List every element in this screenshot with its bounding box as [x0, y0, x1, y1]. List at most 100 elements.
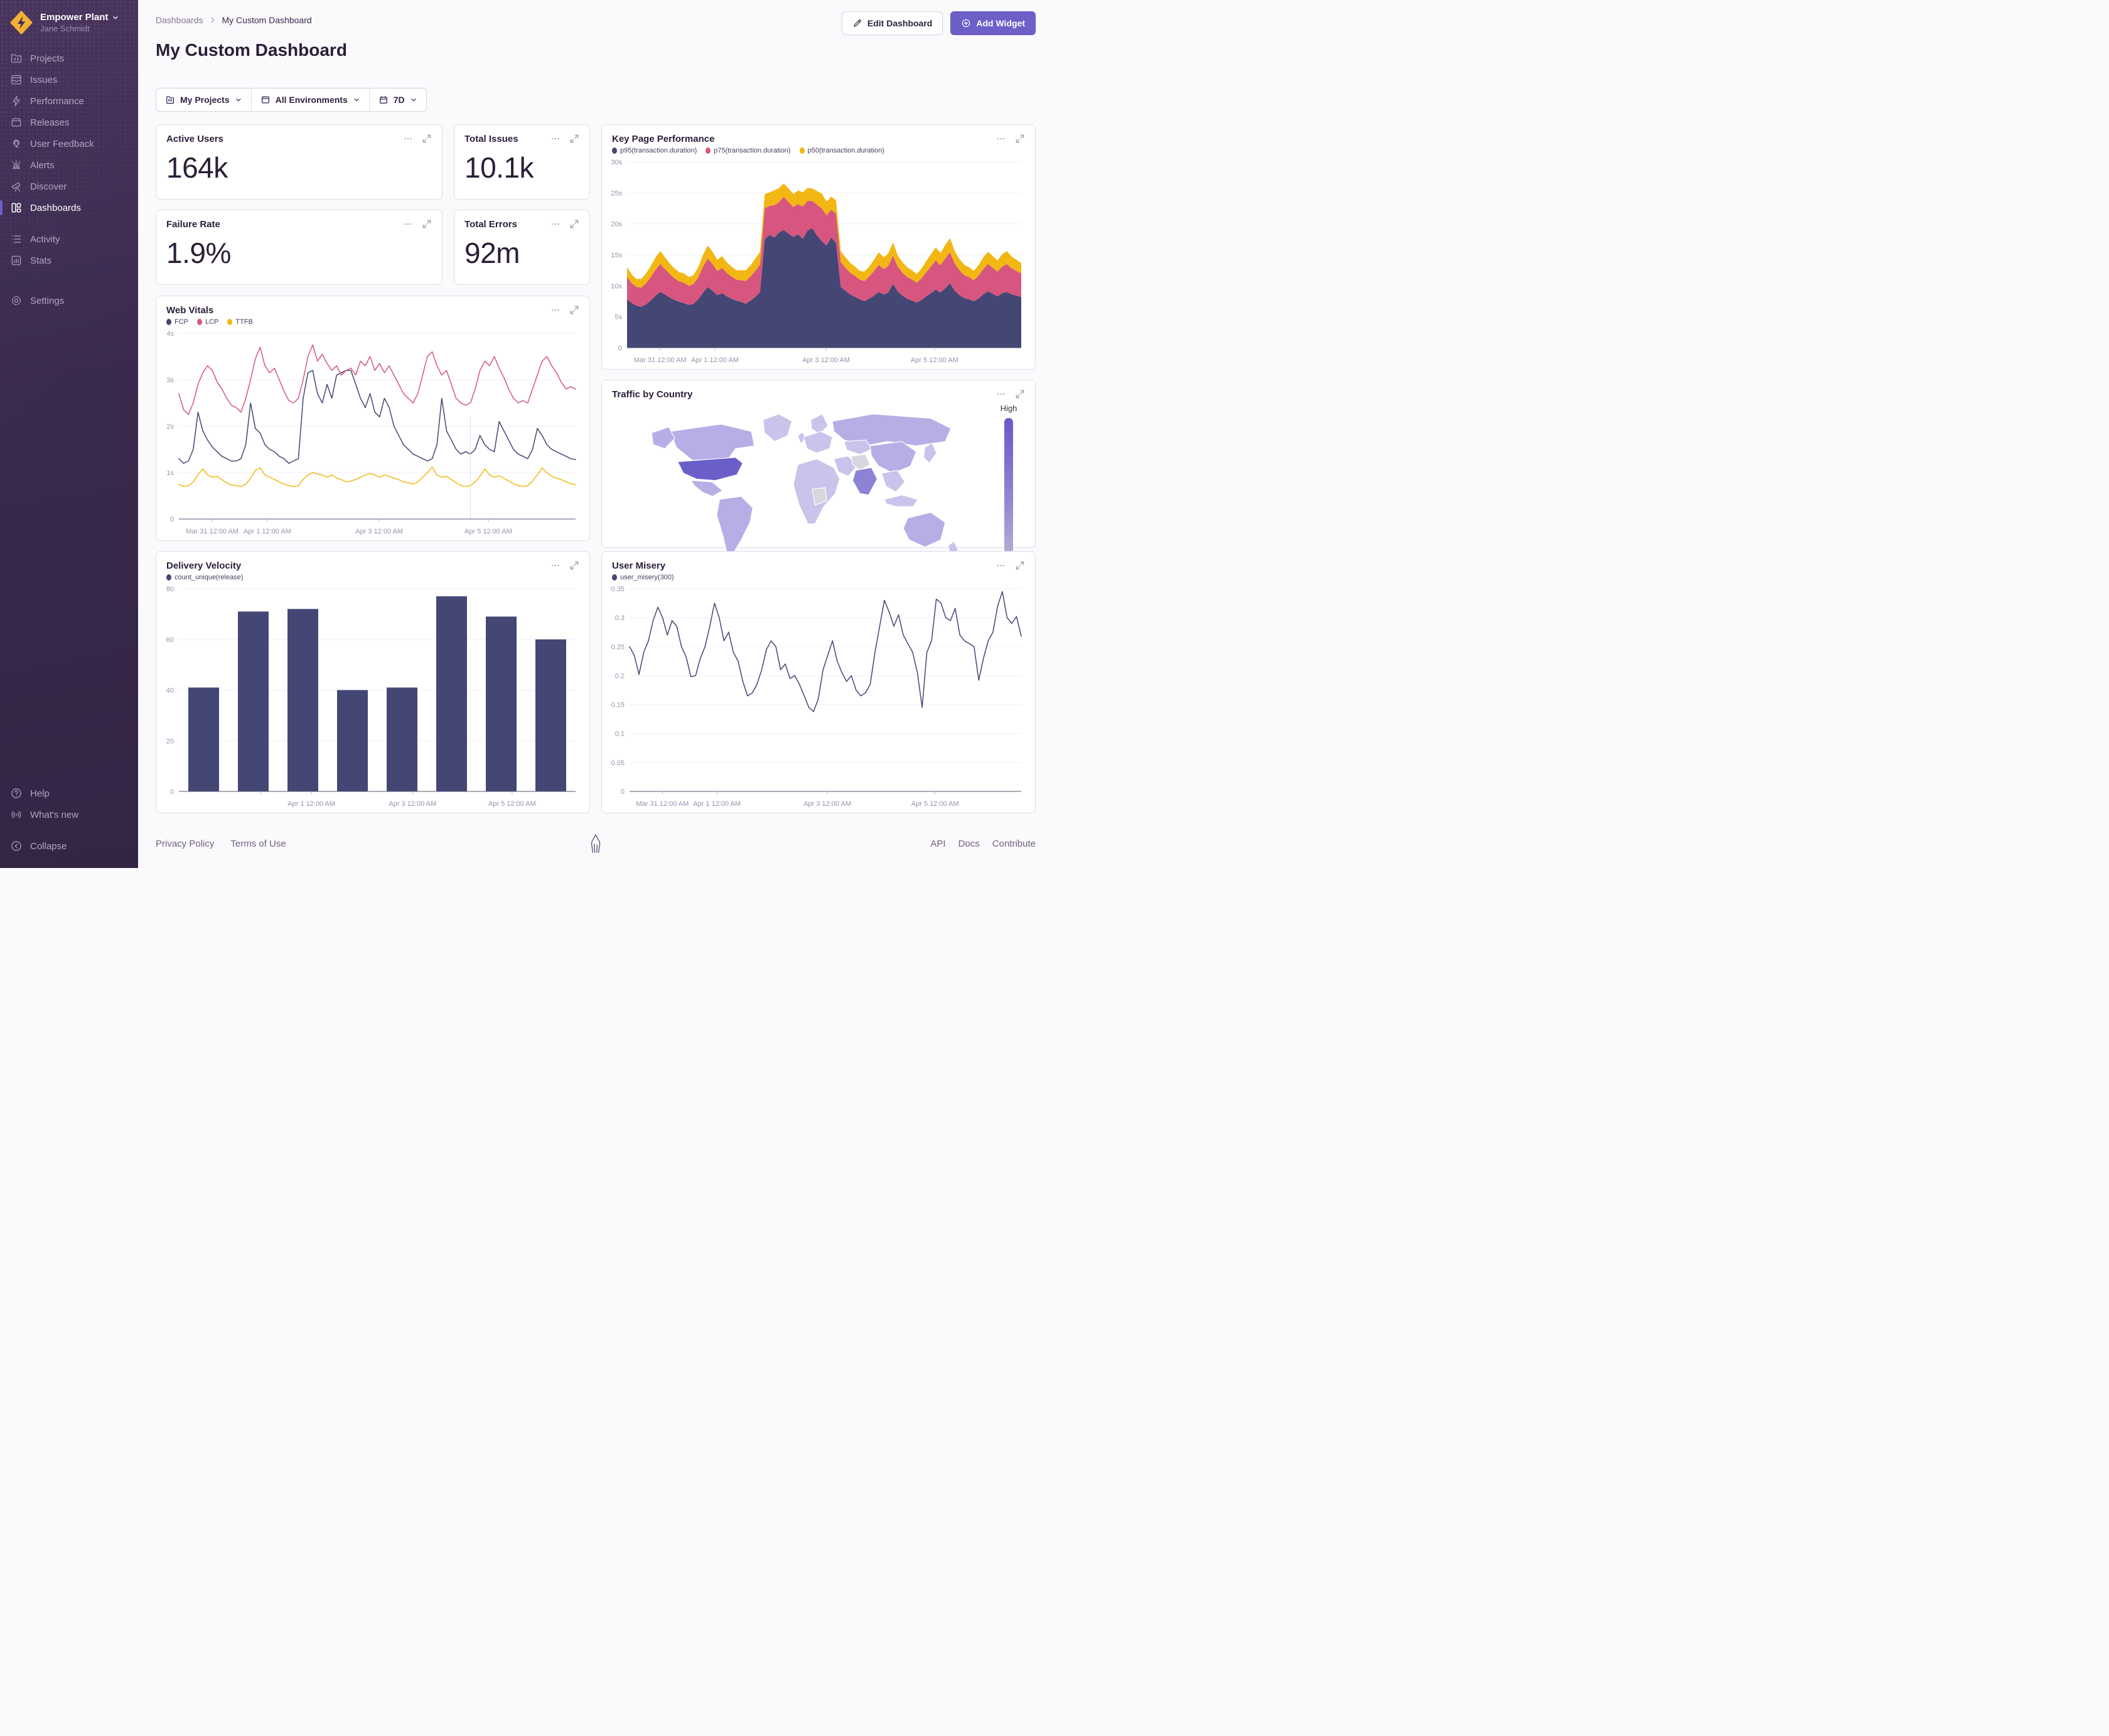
chevron-down-icon [411, 99, 416, 102]
api-link[interactable]: API [930, 839, 945, 849]
widget-web-vitals: Web Vitals FCP LCP TTFB 0 1s 2s 3s 4s Mar 31 … [156, 296, 590, 541]
privacy-policy-link[interactable]: Privacy Policy [156, 839, 214, 849]
chevron-down-icon [354, 99, 359, 102]
widget-expand-icon[interactable] [1015, 134, 1025, 144]
page-footer: Privacy Policy Terms of Use API Docs Con… [156, 826, 1036, 861]
key-page-performance-chart[interactable]: 0 5s 10s 15s 20s 25s 30s Mar 31 12:00 AM Apr 1 1… [604, 156, 1030, 370]
user-feedback-icon [10, 137, 23, 150]
sidebar-item-user-feedback[interactable]: User Feedback [0, 133, 138, 154]
widget-expand-icon[interactable] [422, 219, 432, 229]
sidebar-item-projects[interactable]: Projects [0, 48, 138, 69]
legend-item: count_unique(release) [166, 574, 243, 581]
svg-text:Apr 5 12:00 AM: Apr 5 12:00 AM [911, 800, 959, 808]
plus-circle-icon [962, 19, 970, 28]
sidebar: Empower Plant Jane Schmidt Projects Issu… [0, 0, 138, 868]
widget-title: Total Errors [464, 219, 517, 230]
svg-text:30s: 30s [611, 159, 622, 166]
stat-value: 164k [166, 151, 228, 184]
project-filter[interactable]: My Projects [156, 88, 251, 111]
breadcrumb-current: My Custom Dashboard [222, 15, 312, 25]
sidebar-item-whats-new[interactable]: What's new [0, 804, 138, 825]
sidebar-item-performance[interactable]: Performance [0, 90, 138, 112]
help-icon [10, 787, 23, 800]
broadcast-icon [10, 808, 23, 821]
sidebar-item-releases[interactable]: Releases [0, 112, 138, 133]
svg-text:Apr 1 12:00 AM: Apr 1 12:00 AM [244, 528, 291, 535]
sidebar-item-activity[interactable]: Activity [0, 228, 138, 250]
sidebar-item-issues[interactable]: Issues [0, 69, 138, 90]
widget-menu-ellipsis-icon[interactable] [403, 134, 413, 144]
legend-high-label: High [1000, 404, 1017, 413]
widget-menu-ellipsis-icon[interactable] [550, 134, 561, 144]
sidebar-item-stats[interactable]: Stats [0, 250, 138, 271]
svg-text:80: 80 [166, 586, 174, 593]
svg-text:Apr 3 12:00 AM: Apr 3 12:00 AM [389, 800, 436, 808]
sidebar-item-label: Alerts [30, 159, 55, 171]
sidebar-item-label: Settings [30, 295, 65, 306]
chart-legend: p95(transaction.duration) p75(transactio… [602, 144, 1035, 154]
nav-section-gap [0, 271, 138, 290]
widget-expand-icon[interactable] [569, 219, 579, 229]
dashboards-icon [10, 201, 23, 214]
sidebar-item-label: Activity [30, 233, 60, 245]
breadcrumb-dashboards-link[interactable]: Dashboards [156, 15, 203, 25]
world-choropleth-map[interactable] [627, 402, 989, 572]
svg-text:0.3: 0.3 [615, 614, 625, 622]
svg-text:0: 0 [170, 516, 174, 523]
svg-text:25s: 25s [611, 190, 622, 197]
web-vitals-chart[interactable]: 0 1s 2s 3s 4s Mar 31 12:00 AM Apr 1 12:00 AM Ap… [159, 327, 584, 541]
contribute-link[interactable]: Contribute [992, 839, 1036, 849]
terms-of-use-link[interactable]: Terms of Use [230, 839, 286, 849]
widget-menu-ellipsis-icon[interactable] [996, 560, 1006, 571]
widget-menu-ellipsis-icon[interactable] [996, 389, 1006, 399]
widget-menu-ellipsis-icon[interactable] [550, 305, 561, 315]
widget-expand-icon[interactable] [1015, 389, 1025, 399]
docs-link[interactable]: Docs [958, 839, 980, 849]
sidebar-item-collapse[interactable]: Collapse [0, 835, 138, 857]
sidebar-item-settings[interactable]: Settings [0, 290, 138, 311]
widget-expand-icon[interactable] [569, 134, 579, 144]
widget-user-misery: User Misery user_misery(300) 0 0.05 0.1 0.1… [601, 551, 1036, 813]
breadcrumb: Dashboards My Custom Dashboard [156, 15, 312, 25]
svg-text:Apr 3 12:00 AM: Apr 3 12:00 AM [802, 356, 850, 364]
widget-menu-ellipsis-icon[interactable] [996, 134, 1006, 144]
widget-expand-icon[interactable] [422, 134, 432, 144]
chevron-right-icon [211, 17, 214, 23]
svg-text:0.05: 0.05 [611, 759, 625, 767]
gradient-scale-bar [1004, 418, 1013, 554]
widget-menu-ellipsis-icon[interactable] [550, 219, 561, 229]
widget-expand-icon[interactable] [569, 560, 579, 571]
date-range-filter[interactable]: 7D [370, 88, 426, 111]
svg-text:Apr 5 12:00 AM: Apr 5 12:00 AM [488, 800, 536, 808]
add-widget-button[interactable]: Add Widget [950, 11, 1036, 35]
sidebar-item-discover[interactable]: Discover [0, 176, 138, 197]
delivery-velocity-chart[interactable]: 0 20 40 60 80 Apr 1 12:00 AM Apr 3 12:00 AM Apr… [159, 582, 584, 813]
performance-icon [10, 95, 23, 107]
widget-menu-ellipsis-icon[interactable] [550, 560, 561, 571]
widget-title: User Misery [612, 560, 666, 571]
sidebar-item-alerts[interactable]: Alerts [0, 154, 138, 176]
widget-expand-icon[interactable] [569, 305, 579, 315]
widget-delivery-velocity: Delivery Velocity count_unique(release) … [156, 551, 590, 813]
user-misery-chart[interactable]: 0 0.05 0.1 0.15 0.2 0.25 0.3 0.35 Mar 31 12:00 A… [604, 582, 1030, 813]
sidebar-item-label: Dashboards [30, 202, 81, 213]
widget-title: Key Page Performance [612, 134, 715, 144]
sidebar-item-dashboards[interactable]: Dashboards [0, 197, 138, 218]
svg-text:0.2: 0.2 [615, 672, 625, 680]
svg-text:3s: 3s [166, 377, 174, 384]
stat-value: 92m [464, 237, 520, 269]
widget-expand-icon[interactable] [1015, 560, 1025, 571]
sidebar-item-help[interactable]: Help [0, 783, 138, 804]
legend-item: p50(transaction.duration) [799, 147, 884, 154]
settings-gear-icon [10, 294, 23, 307]
sentry-org-logo-icon [9, 10, 34, 35]
folder-code-icon [166, 96, 174, 104]
edit-dashboard-button[interactable]: Edit Dashboard [841, 11, 943, 35]
org-switcher[interactable]: Empower Plant Jane Schmidt [0, 0, 138, 41]
widget-title: Active Users [166, 134, 223, 144]
sidebar-item-label: Performance [30, 95, 84, 107]
chevron-down-icon [113, 16, 119, 19]
activity-icon [10, 233, 23, 245]
widget-menu-ellipsis-icon[interactable] [403, 219, 413, 229]
environment-filter[interactable]: All Environments [252, 88, 369, 111]
